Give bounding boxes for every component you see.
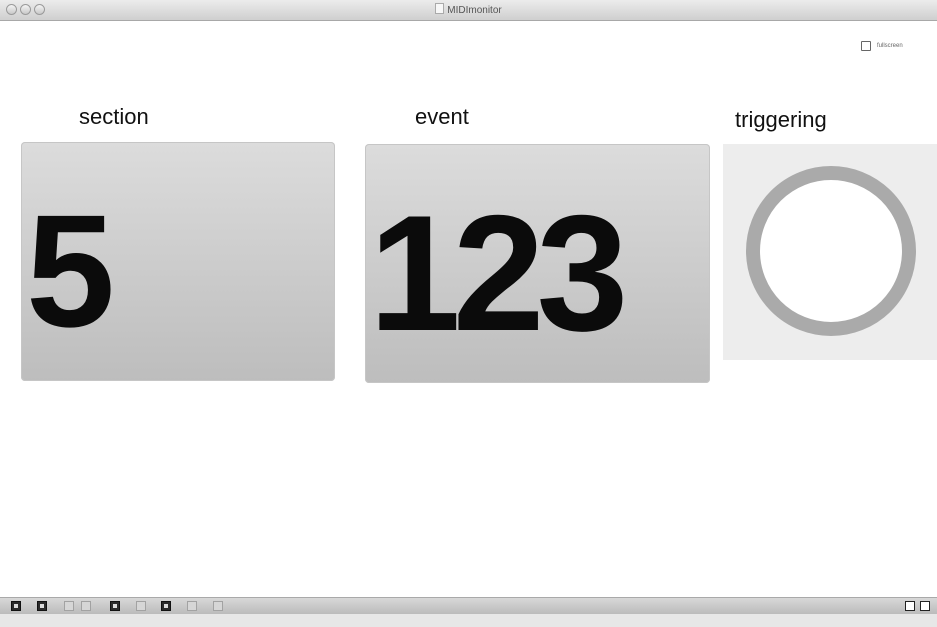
view-left-icon[interactable] xyxy=(905,601,915,611)
event-panel: 123 xyxy=(365,144,710,383)
app-window: MIDImonitor fullscreen section event tri… xyxy=(0,0,937,627)
palette-icon[interactable] xyxy=(187,601,197,611)
window-footer xyxy=(0,614,937,627)
triggering-label: triggering xyxy=(735,107,827,132)
connect-icon[interactable] xyxy=(64,601,74,611)
trigger-indicator[interactable] xyxy=(746,166,916,336)
triggering-panel xyxy=(723,144,937,360)
edit-icon[interactable] xyxy=(161,601,171,611)
section-number: 5 xyxy=(26,181,115,360)
section-panel: 5 xyxy=(21,142,335,381)
view-right-icon[interactable] xyxy=(920,601,930,611)
fullscreen-label: fullscreen xyxy=(877,43,903,49)
section-label: section xyxy=(79,104,149,129)
event-number: 123 xyxy=(369,181,628,365)
inspector-icon[interactable] xyxy=(81,601,91,611)
window-title: MIDImonitor xyxy=(447,5,502,16)
expand-icon[interactable] xyxy=(37,601,47,611)
fullscreen-checkbox[interactable] xyxy=(861,41,871,51)
lock-icon[interactable] xyxy=(11,601,21,611)
title-bar: MIDImonitor xyxy=(0,0,937,21)
document-icon xyxy=(435,3,445,14)
locked-icon[interactable] xyxy=(213,601,223,611)
fullscreen-toggle[interactable]: fullscreen xyxy=(861,41,903,51)
grid-icon[interactable] xyxy=(136,601,146,611)
event-label: event xyxy=(415,104,469,129)
presentation-icon[interactable] xyxy=(110,601,120,611)
bottom-toolbar xyxy=(0,597,937,614)
window-title-wrap: MIDImonitor xyxy=(0,3,937,16)
